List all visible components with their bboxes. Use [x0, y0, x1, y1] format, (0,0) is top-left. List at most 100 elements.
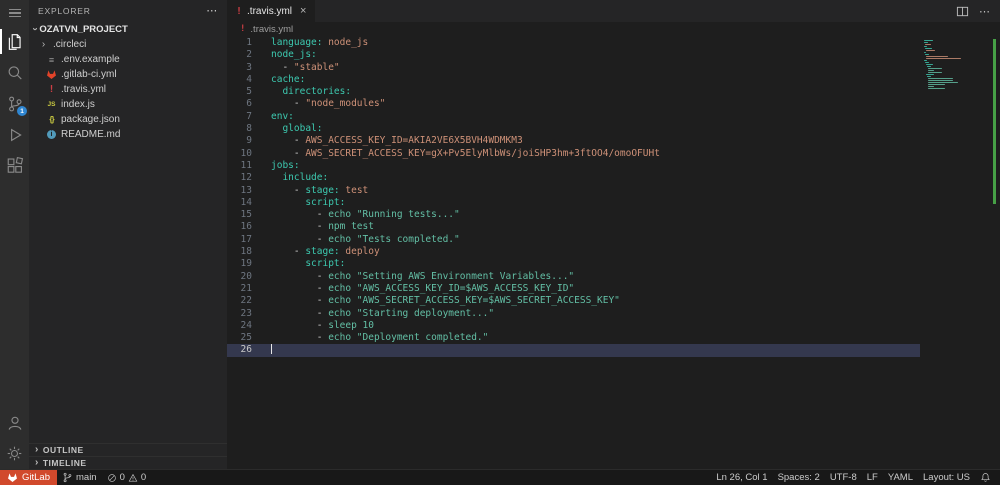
- branch-indicator[interactable]: main: [57, 470, 102, 485]
- line-content: script:: [305, 196, 346, 208]
- line-number: 22: [240, 295, 252, 307]
- line-content: - stage: deploy: [271, 246, 380, 258]
- extensions-icon[interactable]: [0, 150, 29, 181]
- code-line-17[interactable]: 17 - echo "Tests completed.": [227, 234, 920, 246]
- code-line-7[interactable]: 7 env:: [227, 111, 920, 123]
- line-number: 2: [246, 49, 252, 61]
- problems-indicator[interactable]: 0 0: [102, 470, 152, 485]
- line-number: 6: [246, 98, 252, 110]
- travis-icon: !: [48, 84, 55, 95]
- line-content: cache:: [271, 73, 306, 85]
- editor-pane[interactable]: 1 language: node_js 2 node_js: 3 - "stable" 4…: [227, 36, 1000, 469]
- settings-gear-icon[interactable]: [0, 438, 29, 469]
- code-line-2[interactable]: 2 node_js:: [227, 49, 920, 61]
- file-label: .env.example: [61, 54, 120, 65]
- code-line-11[interactable]: 11 jobs:: [227, 160, 920, 172]
- chevron-right-icon: ›: [35, 444, 39, 455]
- code-line-1[interactable]: 1 language: node_js: [227, 37, 920, 49]
- code-line-15[interactable]: 15 - echo "Running tests...": [227, 209, 920, 221]
- minimap-line: [928, 72, 943, 73]
- code-lines[interactable]: 1 language: node_js 2 node_js: 3 - "stable" 4…: [227, 36, 920, 357]
- folder-icon: ›: [41, 38, 46, 50]
- minimap-line: [927, 66, 932, 67]
- keyboard-layout[interactable]: Layout: US: [918, 470, 975, 485]
- line-number: 23: [240, 307, 252, 319]
- cursor-position[interactable]: Ln 26, Col 1: [711, 470, 772, 485]
- menu-icon[interactable]: [0, 0, 29, 26]
- line-number: 18: [240, 246, 252, 258]
- project-root-folder[interactable]: › OZATVN_PROJECT: [29, 21, 227, 37]
- close-icon[interactable]: ×: [300, 5, 306, 17]
- file-item-README.md[interactable]: i README.md: [29, 127, 227, 142]
- line-number: 3: [246, 61, 252, 73]
- file-item-index.js[interactable]: JS index.js: [29, 97, 227, 112]
- code-line-20[interactable]: 20 - echo "Setting AWS Environment Varia…: [227, 271, 920, 283]
- sidebar-title: EXPLORER: [38, 5, 91, 16]
- line-number: 19: [240, 258, 252, 270]
- minimap-line: [928, 80, 954, 81]
- travis-file-icon: !: [236, 5, 243, 17]
- search-icon[interactable]: [0, 57, 29, 88]
- editor-more-actions-icon[interactable]: ⋯: [979, 5, 990, 18]
- code-line-26[interactable]: 26: [227, 344, 920, 357]
- account-icon[interactable]: [0, 407, 29, 438]
- code-line-5[interactable]: 5 directories:: [227, 86, 920, 98]
- code-line-25[interactable]: 25 - echo "Deployment completed.": [227, 332, 920, 344]
- notifications-bell-icon[interactable]: [975, 470, 996, 485]
- tab-travis-yml[interactable]: ! .travis.yml ×: [227, 0, 316, 22]
- minimap-line: [928, 86, 934, 87]
- source-control-icon[interactable]: 1: [0, 88, 29, 119]
- code-line-19[interactable]: 19 script:: [227, 258, 920, 270]
- main-area: 1 EXPLORER ⋯ › OZATVN_PROJECT › .circlec…: [0, 0, 1000, 469]
- code-line-21[interactable]: 21 - echo "AWS_ACCESS_KEY_ID=$AWS_ACCESS…: [227, 283, 920, 295]
- code-line-16[interactable]: 16 - npm test: [227, 221, 920, 233]
- line-number: 15: [240, 209, 252, 221]
- code-line-14[interactable]: 14 script:: [227, 197, 920, 209]
- code-line-4[interactable]: 4 cache:: [227, 74, 920, 86]
- minimap-line: [924, 46, 928, 47]
- minimap-line: [926, 50, 935, 51]
- code-line-22[interactable]: 22 - echo "AWS_SECRET_ACCESS_KEY=$AWS_SE…: [227, 295, 920, 307]
- code-line-3[interactable]: 3 - "stable": [227, 62, 920, 74]
- run-debug-icon[interactable]: [0, 119, 29, 150]
- line-number: 5: [246, 86, 252, 98]
- code-line-13[interactable]: 13 - stage: test: [227, 185, 920, 197]
- timeline-section-header[interactable]: › TIMELINE: [29, 456, 227, 469]
- overview-ruler[interactable]: [988, 36, 1000, 469]
- encoding[interactable]: UTF-8: [825, 470, 862, 485]
- indentation[interactable]: Spaces: 2: [773, 470, 825, 485]
- code-line-9[interactable]: 9 - AWS_ACCESS_KEY_ID=AKIA2VE6X5BVH4WDMK…: [227, 135, 920, 147]
- code-line-8[interactable]: 8 global:: [227, 123, 920, 135]
- code-line-6[interactable]: 6 - "node_modules": [227, 98, 920, 110]
- outline-label: OUTLINE: [42, 445, 84, 455]
- code-line-23[interactable]: 23 - echo "Starting deployment...": [227, 308, 920, 320]
- explorer-icon[interactable]: [0, 26, 29, 57]
- file-item-.circleci[interactable]: › .circleci: [29, 37, 227, 52]
- breadcrumb[interactable]: ! .travis.yml: [227, 22, 1000, 36]
- code-line-12[interactable]: 12 include:: [227, 172, 920, 184]
- eol[interactable]: LF: [862, 470, 883, 485]
- line-content: node_js:: [271, 49, 317, 61]
- scm-pending-badge: 1: [17, 106, 27, 116]
- minimap-line: [924, 40, 934, 41]
- line-content: - AWS_SECRET_ACCESS_KEY=gX+Pv5ElyMlbWs/j…: [271, 147, 660, 159]
- minimap[interactable]: [924, 40, 986, 92]
- file-item-.env.example[interactable]: ≡ .env.example: [29, 52, 227, 67]
- split-editor-icon[interactable]: [956, 5, 969, 18]
- file-item-.travis.yml[interactable]: ! .travis.yml: [29, 82, 227, 97]
- line-content: - echo "Tests completed.": [271, 233, 460, 245]
- project-name: OZATVN_PROJECT: [39, 23, 128, 35]
- code-line-10[interactable]: 10 - AWS_SECRET_ACCESS_KEY=gX+Pv5ElyMlbW…: [227, 148, 920, 160]
- code-line-24[interactable]: 24 - sleep 10: [227, 320, 920, 332]
- explorer-more-actions-icon[interactable]: ⋯: [206, 4, 218, 17]
- breadcrumb-item[interactable]: .travis.yml: [250, 24, 293, 35]
- gitlab-status-button[interactable]: GitLab: [0, 470, 57, 485]
- outline-section-header[interactable]: › OUTLINE: [29, 443, 227, 456]
- code-line-18[interactable]: 18 - stage: deploy: [227, 246, 920, 258]
- language-mode[interactable]: YAML: [883, 470, 918, 485]
- file-item-.gitlab-ci.yml[interactable]: .gitlab-ci.yml: [29, 67, 227, 82]
- minimap-line: [925, 62, 930, 63]
- warning-count: 0: [140, 472, 147, 483]
- file-item-package.json[interactable]: {} package.json: [29, 112, 227, 127]
